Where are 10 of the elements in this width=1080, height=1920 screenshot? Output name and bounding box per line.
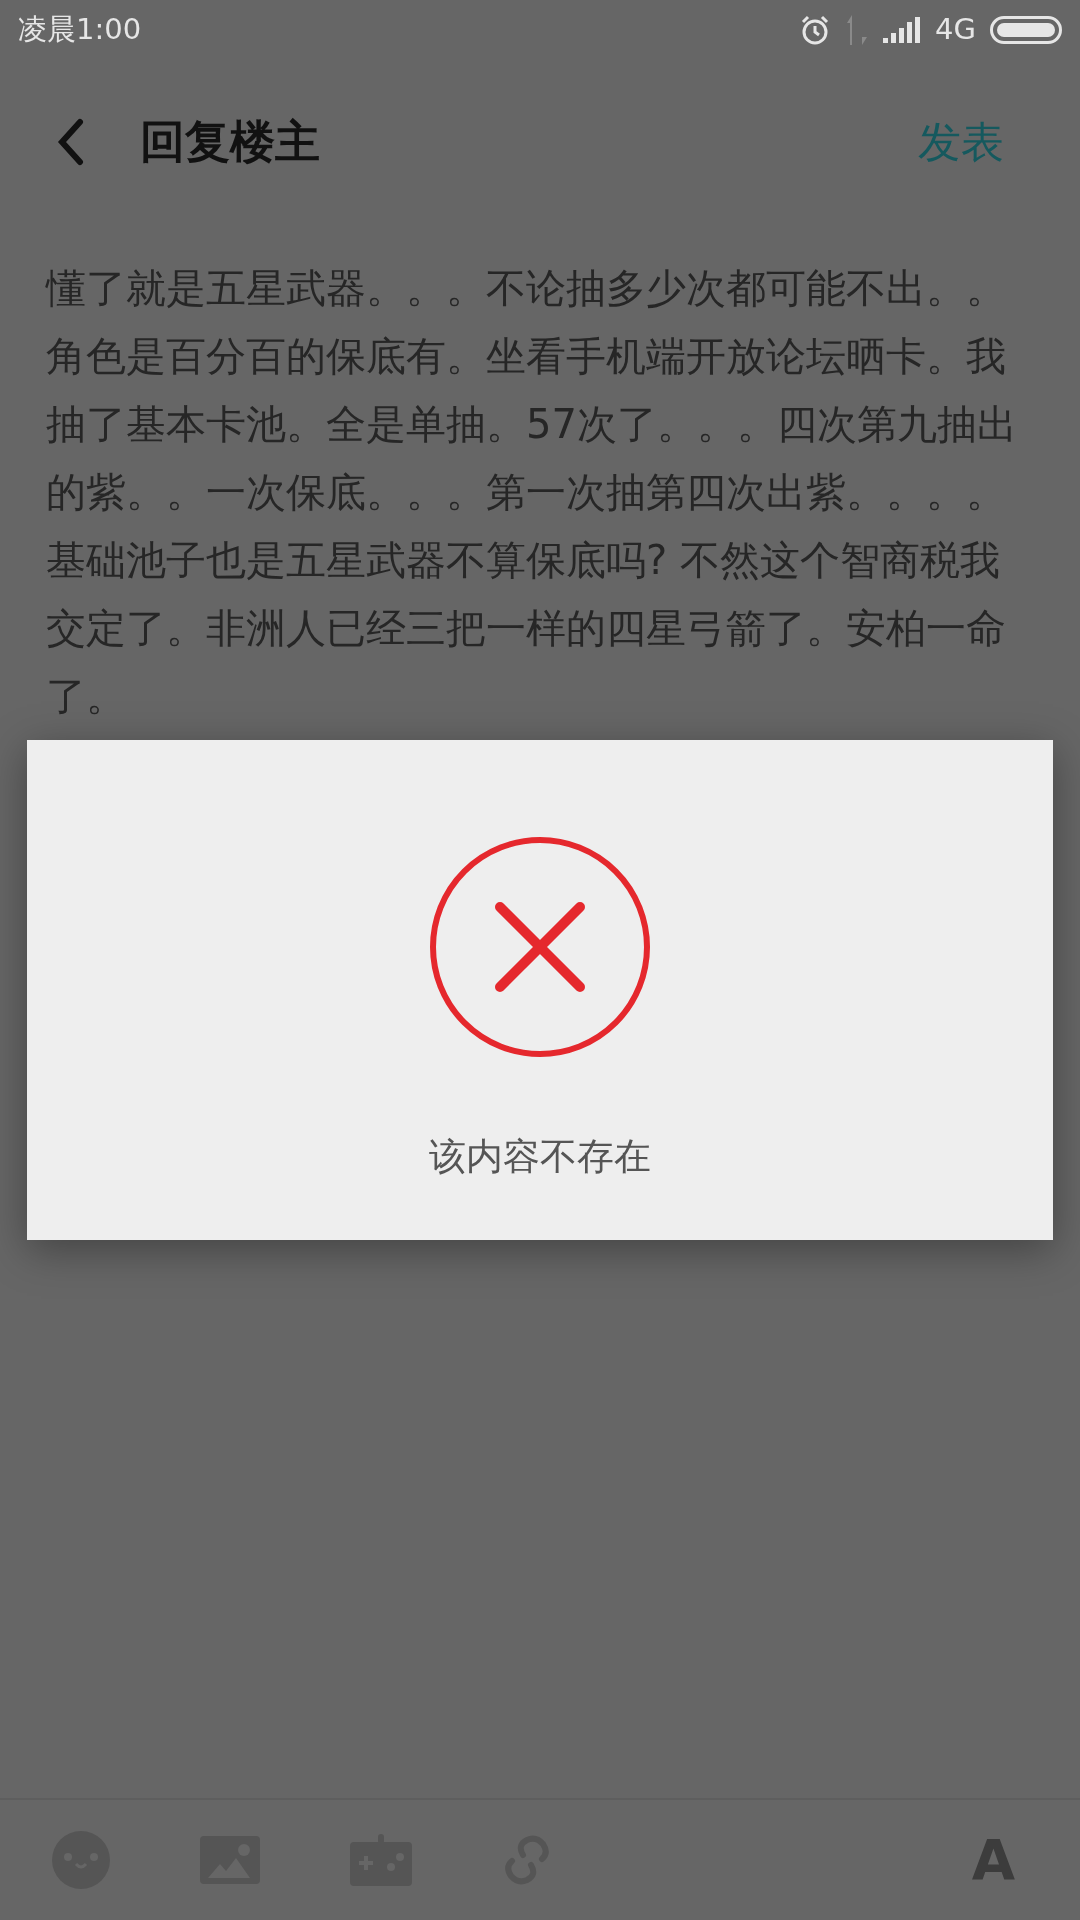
- signal-icon: [883, 17, 922, 43]
- network-type: 4G: [935, 11, 976, 49]
- battery-icon: [990, 16, 1062, 44]
- post-body: 懂了就是五星武器。。。不论抽多少次都可能不出。。角色是百分百的保底有。坐看手机端开放论坛晒卡。我抽了基本卡池。全是单抽。57次了。。。四次第九抽出的紫。。一次保底。。。第一次抽第四次出紫。。。。基础池子也是五星武器不算保底吗? 不然这个智商税我交定了。非洲人已经三把一样的四星弓箭了。安柏一命了。: [44, 264, 1018, 721]
- error-circle-icon: [428, 835, 652, 1059]
- publish-button[interactable]: 发表: [918, 109, 1004, 175]
- status-time: 凌晨1:00: [18, 11, 142, 49]
- back-icon: [56, 118, 84, 166]
- page-title: 回复楼主: [140, 114, 320, 171]
- dialog-message: 该内容不存在: [429, 1134, 651, 1180]
